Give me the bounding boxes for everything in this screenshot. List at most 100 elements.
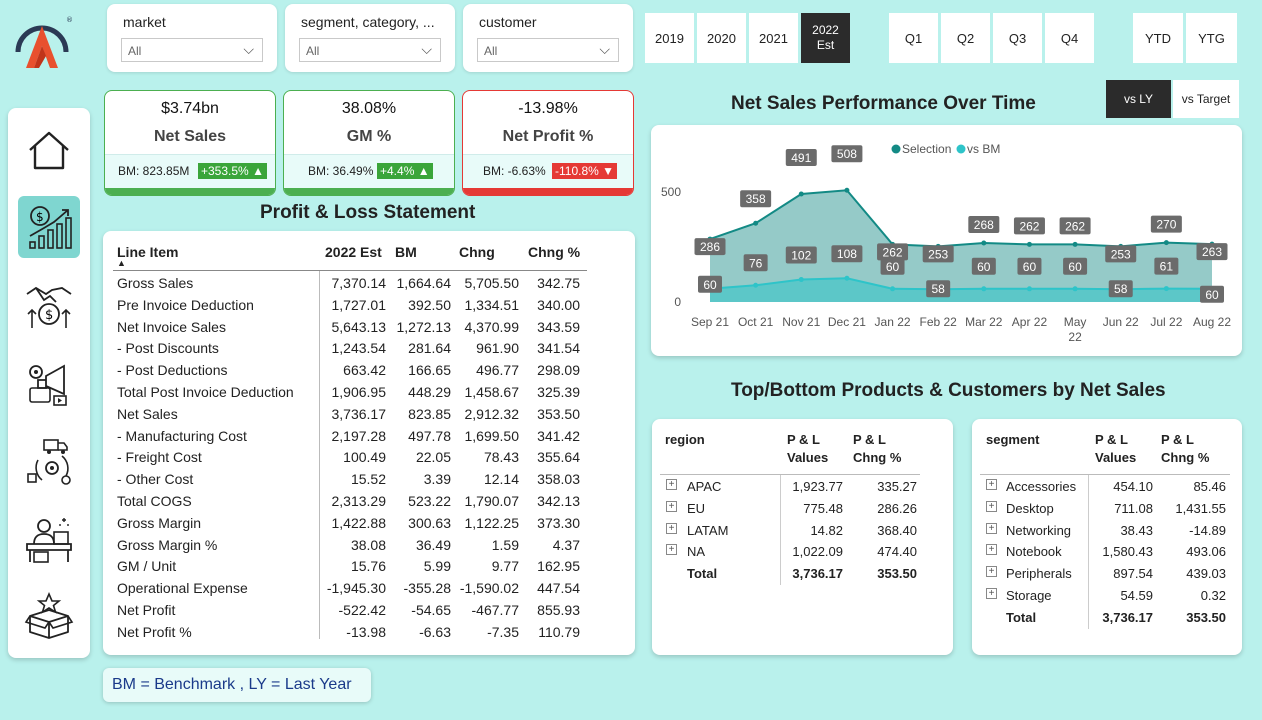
row-value: -14.89 — [1189, 522, 1226, 538]
data-label: 263 — [1202, 245, 1222, 259]
expand-plus-icon[interactable]: + — [986, 500, 997, 512]
segment-pl-chng-header[interactable]: P & L Chng % — [1161, 431, 1209, 467]
table-row[interactable]: + Storage 54.59 0.32 — [972, 585, 1242, 607]
segment-slicer[interactable]: segment, category, ... All ⌵ — [285, 4, 455, 72]
row-value: 368.40 — [877, 522, 917, 538]
segment-header[interactable]: segment — [986, 431, 1039, 449]
expand-plus-icon[interactable]: + — [666, 500, 677, 512]
pl-row[interactable]: Net Profit % -13.98 -6.63 -7.35 110.79 — [117, 622, 587, 644]
expand-plus-icon[interactable]: + — [986, 479, 997, 490]
pl-cell: 325.39 — [537, 384, 580, 400]
pl-header-chng[interactable]: Chng — [459, 244, 495, 260]
pl-row[interactable]: Net Invoice Sales 5,643.13 1,272.13 4,370.9… — [117, 317, 587, 339]
expand-plus-icon[interactable]: + — [666, 544, 677, 556]
pl-cell: 3.39 — [423, 471, 451, 488]
pl-cell: 7,370.14 — [331, 275, 387, 291]
pl-cell: 523.22 — [408, 493, 451, 509]
pl-header-line-item[interactable]: Line Item — [117, 244, 178, 260]
segment-pl-values-header[interactable]: P & L Values — [1095, 431, 1136, 467]
pl-header-bm[interactable]: BM — [395, 244, 417, 260]
table-row[interactable]: + APAC 1,923.77 335.27 — [652, 476, 953, 498]
data-label: 268 — [974, 218, 994, 232]
pl-row[interactable]: Pre Invoice Deduction 1,727.01 392.50 1,334… — [117, 295, 587, 317]
row-value: 353.50 — [877, 566, 917, 582]
nav-finance[interactable]: $ — [18, 274, 80, 336]
expand-plus-icon[interactable]: + — [986, 522, 997, 534]
expand-plus-icon[interactable]: + — [986, 588, 997, 599]
market-slicer[interactable]: market All ⌵ — [107, 4, 277, 72]
ytd-button[interactable]: YTD — [1133, 13, 1183, 63]
sort-asc-icon: ▲ — [117, 258, 126, 268]
nav-supply-chain[interactable] — [18, 430, 80, 492]
pl-row[interactable]: Total COGS 2,313.29 523.22 1,790.07 342.13 — [117, 491, 587, 513]
region-header[interactable]: region — [665, 431, 705, 449]
quarter-q3-button[interactable]: Q3 — [993, 13, 1042, 63]
pl-row[interactable]: - Freight Cost 100.49 22.05 78.43 355.64 — [117, 447, 587, 469]
nav-sales[interactable]: $ — [18, 196, 80, 258]
table-row[interactable]: + Peripherals 897.54 439.03 — [972, 563, 1242, 585]
data-point — [798, 277, 804, 283]
table-row[interactable]: + EU 775.48 286.26 — [652, 498, 953, 520]
nav-marketing[interactable] — [18, 352, 80, 414]
pl-cell: 1,664.64 — [396, 275, 452, 291]
header-line: P & L — [787, 432, 820, 447]
nav-executive[interactable] — [18, 508, 80, 570]
pl-header-chng-pct[interactable]: Chng % — [528, 244, 580, 260]
pl-row[interactable]: - Manufacturing Cost 2,197.28 497.78 1,699.… — [117, 426, 587, 448]
pl-row[interactable]: Gross Margin % 38.08 36.49 1.59 4.37 — [117, 535, 587, 557]
kpi-net-sales: $3.74bn Net Sales BM: 823.85M +353.5% ▲ — [104, 90, 276, 196]
data-label: 60 — [1023, 260, 1037, 274]
year-2021-button[interactable]: 2021 — [749, 13, 798, 63]
quarter-q1-button[interactable]: Q1 — [889, 13, 938, 63]
ytg-button[interactable]: YTG — [1186, 13, 1237, 63]
pl-row[interactable]: Gross Sales 7,370.14 1,664.64 5,705.50 342.7… — [117, 273, 587, 295]
pl-row[interactable]: - Other Cost 15.52 3.39 12.14 358.03 — [117, 469, 587, 491]
table-row[interactable]: + Notebook 1,580.43 493.06 — [972, 541, 1242, 563]
row-label: Storage — [1006, 588, 1052, 603]
pl-header-2022-est[interactable]: 2022 Est — [325, 244, 382, 260]
pl-row[interactable]: Total Post Invoice Deduction 1,906.95 448.… — [117, 382, 587, 404]
pl-row[interactable]: GM / Unit 15.76 5.99 9.77 162.95 — [117, 556, 587, 578]
table-row[interactable]: + Desktop 711.08 1,431.55 — [972, 498, 1242, 520]
vs-ly-button[interactable]: vs LY — [1106, 80, 1171, 118]
table-row[interactable]: + NA 1,022.09 474.40 — [652, 541, 953, 563]
table-row[interactable]: + Networking 38.43 -14.89 — [972, 520, 1242, 542]
year-2020-button[interactable]: 2020 — [697, 13, 746, 63]
table-row[interactable]: + Accessories 454.10 85.46 — [972, 476, 1242, 498]
y-tick-label: 0 — [674, 295, 681, 309]
home-icon — [29, 131, 69, 170]
quarter-q2-button[interactable]: Q2 — [941, 13, 990, 63]
executive-icon — [26, 518, 72, 563]
pl-cell: 341.54 — [537, 340, 580, 357]
pl-line-item: - Other Cost — [117, 471, 194, 488]
quarter-q4-button[interactable]: Q4 — [1045, 13, 1094, 63]
expand-plus-icon[interactable]: + — [666, 522, 677, 534]
pl-row[interactable]: - Post Discounts 1,243.54 281.64 961.90 341.… — [117, 338, 587, 360]
pl-line-item: - Manufacturing Cost — [117, 427, 247, 444]
segment-dropdown[interactable]: All ⌵ — [299, 38, 441, 62]
pl-row[interactable]: - Post Deductions 663.42 166.65 496.77 298.0… — [117, 360, 587, 382]
year-2022-est-button[interactable]: 2022 Est — [801, 13, 850, 63]
year-2019-button[interactable]: 2019 — [645, 13, 694, 63]
nav-home[interactable] — [18, 120, 80, 182]
table-row[interactable]: + LATAM 14.82 368.40 — [652, 520, 953, 542]
pl-row[interactable]: Net Sales 3,736.17 823.85 2,912.32 353.50 — [117, 404, 587, 426]
y-tick-label: 500 — [661, 185, 681, 199]
expand-plus-icon[interactable]: + — [666, 479, 677, 490]
region-pl-values-header[interactable]: P & L Values — [787, 431, 828, 467]
row-value: 85.46 — [1193, 479, 1226, 494]
data-point — [1163, 286, 1169, 292]
pl-row[interactable]: Gross Margin 1,422.88 300.63 1,122.25 373.30 — [117, 513, 587, 535]
expand-plus-icon[interactable]: + — [986, 544, 997, 556]
market-dropdown[interactable]: All ⌵ — [121, 38, 263, 62]
region-pl-chng-header[interactable]: P & L Chng % — [853, 431, 901, 467]
nav-product[interactable] — [18, 584, 80, 646]
customer-slicer[interactable]: customer All ⌵ — [463, 4, 633, 72]
pl-row[interactable]: Net Profit -522.42 -54.65 -467.77 855.93 — [117, 600, 587, 622]
pl-cell: -6.63 — [419, 623, 451, 640]
pl-cell: 1,422.88 — [331, 514, 387, 531]
expand-plus-icon[interactable]: + — [986, 566, 997, 578]
pl-row[interactable]: Operational Expense -1,945.30 -355.28 -1,59… — [117, 578, 587, 600]
vs-target-button[interactable]: vs Target — [1173, 80, 1239, 118]
customer-dropdown[interactable]: All ⌵ — [477, 38, 619, 62]
